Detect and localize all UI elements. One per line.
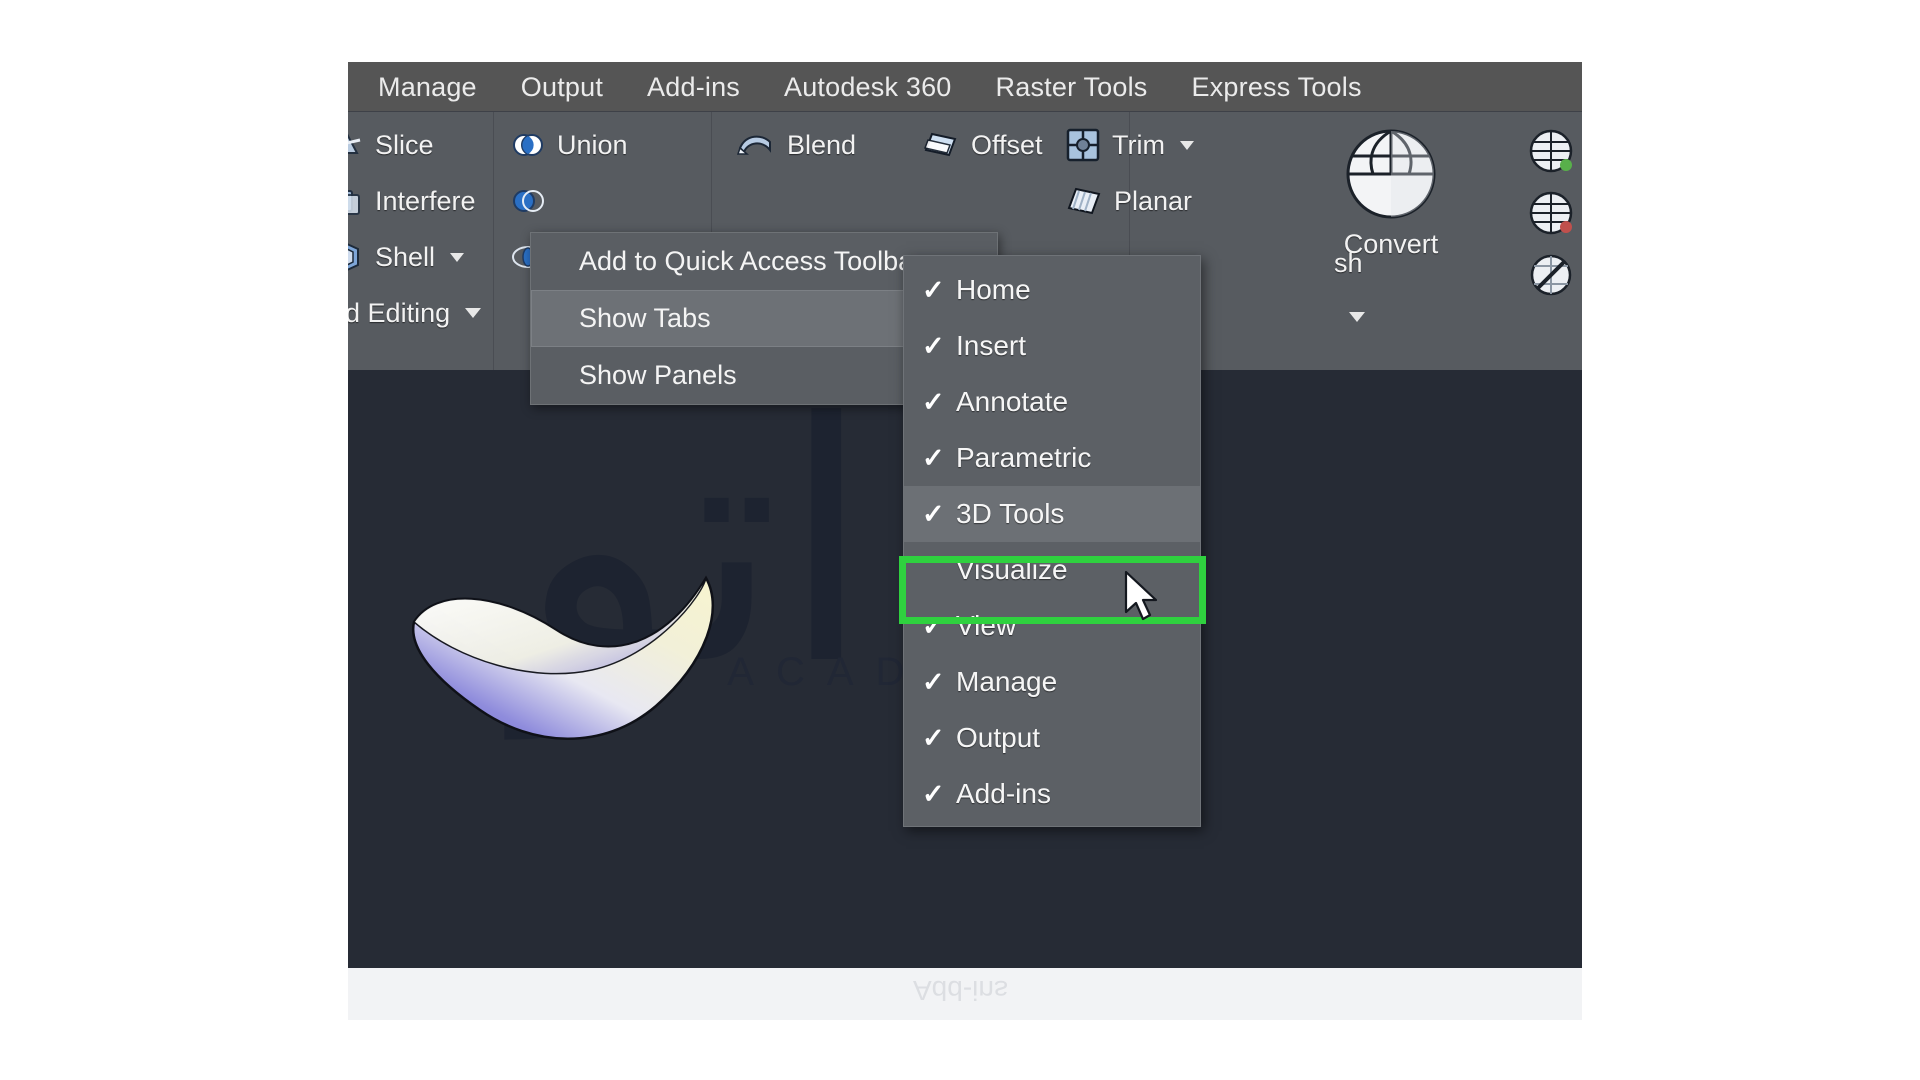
- tab-toggle-home[interactable]: ✓ Home: [904, 262, 1200, 318]
- ribbon-button-interfere-label: Interfere: [375, 185, 476, 216]
- mesh-icon-smooth-more[interactable]: [1528, 128, 1574, 179]
- context-menu-item-label: Show Tabs: [579, 303, 711, 333]
- ribbon-tab-strip: Manage Output Add-ins Autodesk 360 Raste…: [348, 62, 1582, 112]
- tab-toggle-label: View: [956, 610, 1017, 641]
- checkmark-icon: ✓: [922, 610, 945, 641]
- tab-toggle-label: Home: [956, 274, 1031, 305]
- tab-toggle-manage[interactable]: ✓ Manage: [904, 654, 1200, 710]
- ribbon-button-smooth-mesh[interactable]: sh: [1326, 238, 1371, 288]
- command-line-strip[interactable]: Add-ins: [348, 968, 1582, 1020]
- ribbon-button-shell-label: Shell: [375, 241, 436, 272]
- ribbon-button-union-label: Union: [557, 129, 628, 160]
- tab-toggle-label: Add-ins: [956, 778, 1051, 809]
- show-tabs-submenu[interactable]: ✓ Home ✓ Insert ✓ Annotate ✓ Parametric …: [903, 255, 1201, 827]
- tab-toggle-add-ins[interactable]: ✓ Add-ins: [904, 766, 1200, 822]
- ribbon-button-blend-label: Blend: [787, 129, 857, 160]
- tab-toggle-label: Output: [956, 722, 1041, 753]
- ribbon-panel-title-label: Solid Editing: [348, 297, 451, 328]
- ribbon-button-blend[interactable]: Blend: [728, 120, 864, 170]
- tab-toggle-label: Insert: [956, 330, 1027, 361]
- checkmark-icon: ✓: [922, 442, 945, 473]
- tab-toggle-parametric[interactable]: ✓ Parametric: [904, 430, 1200, 486]
- panel-expand-caret[interactable]: [465, 308, 482, 318]
- ribbon-button-slice[interactable]: Slice: [348, 120, 442, 170]
- context-menu-item-label: Add to Quick Access Toolbar: [579, 246, 923, 276]
- ribbon-tab-output[interactable]: Output: [499, 62, 625, 112]
- ribbon-panel-title-solid-editing[interactable]: Solid Editing: [348, 288, 489, 338]
- convert-mesh-icon: [1343, 126, 1439, 222]
- ribbon-tab-add-ins[interactable]: Add-ins: [625, 62, 762, 112]
- trim-surface-icon: [1065, 127, 1101, 163]
- autocad-window: Manage Output Add-ins Autodesk 360 Raste…: [348, 62, 1582, 1020]
- tab-toggle-annotate[interactable]: ✓ Annotate: [904, 374, 1200, 430]
- tab-toggle-insert[interactable]: ✓ Insert: [904, 318, 1200, 374]
- tab-toggle-label: Manage: [956, 666, 1058, 697]
- mesh-panel-caret[interactable]: [1349, 312, 1365, 322]
- ribbon-button-shell[interactable]: Shell: [348, 232, 472, 282]
- shell-icon: [348, 240, 364, 274]
- planar-surface-icon: [1065, 184, 1103, 218]
- screenshot-root: Manage Output Add-ins Autodesk 360 Raste…: [0, 0, 1920, 1080]
- ribbon-button-offset[interactable]: Offset: [914, 120, 1051, 170]
- mesh-icon-smooth-less[interactable]: [1528, 190, 1574, 241]
- ribbon-tab-express-tools[interactable]: Express Tools: [1170, 62, 1384, 112]
- union-icon: [510, 127, 546, 163]
- ribbon-button-slice-label: Slice: [375, 129, 434, 160]
- ribbon-tab-raster-tools[interactable]: Raster Tools: [974, 62, 1170, 112]
- ribbon-button-union[interactable]: Union: [502, 120, 636, 170]
- tab-toggle-label: Visualize: [956, 554, 1068, 585]
- ribbon-tab-manage[interactable]: Manage: [348, 62, 499, 112]
- tab-toggle-label: Parametric: [956, 442, 1092, 473]
- checkmark-icon: ✓: [922, 722, 945, 753]
- checkmark-icon: ✓: [922, 386, 945, 417]
- tab-toggle-output[interactable]: ✓ Output: [904, 710, 1200, 766]
- checkmark-icon: ✓: [922, 498, 945, 529]
- mesh-icon-no-smooth[interactable]: [1528, 252, 1574, 303]
- ribbon-tab-autodesk-360[interactable]: Autodesk 360: [762, 62, 974, 112]
- nurbs-surface-object[interactable]: [406, 570, 736, 755]
- offset-surface-icon: [922, 128, 960, 162]
- reflection-text: Add-ins: [913, 975, 1008, 1006]
- tab-toggle-label: 3D Tools: [956, 498, 1065, 529]
- ribbon-button-smooth-label: sh: [1334, 247, 1363, 278]
- tab-toggle-label: Annotate: [956, 386, 1069, 417]
- interfere-icon: [348, 184, 364, 218]
- ribbon-button-interfere[interactable]: Interfere: [348, 176, 484, 226]
- checkmark-icon: ✓: [922, 330, 945, 361]
- checkmark-icon: ✓: [922, 666, 945, 697]
- subtract-icon: [510, 183, 546, 219]
- context-menu-item-label: Show Panels: [579, 360, 737, 390]
- ribbon-panel-mesh-expand[interactable]: [1326, 292, 1373, 342]
- shell-dropdown-caret[interactable]: [450, 252, 465, 262]
- ribbon-button-offset-label: Offset: [971, 129, 1043, 160]
- ribbon-panel-solid-editing: Slice Interfere Shell d Editing: [348, 112, 494, 370]
- slice-icon: [348, 128, 364, 162]
- checkmark-icon: ✓: [922, 778, 945, 809]
- tab-toggle-3d-tools[interactable]: ✓ 3D Tools: [904, 486, 1200, 542]
- mouse-cursor-icon: [1123, 570, 1163, 631]
- checkmark-icon: ✓: [922, 274, 945, 305]
- ribbon-button-subtract[interactable]: [502, 176, 565, 226]
- blend-surface-icon: [736, 128, 776, 162]
